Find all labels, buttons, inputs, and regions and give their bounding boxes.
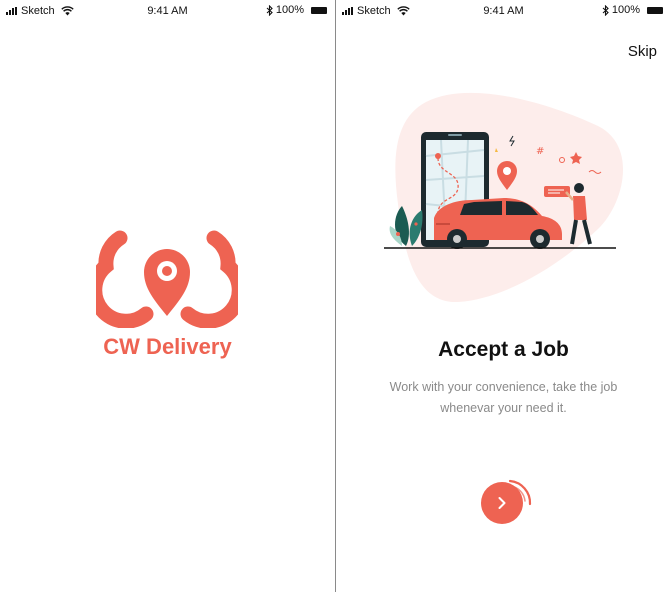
skip-button[interactable]: Skip xyxy=(628,43,657,60)
car-phone-map-illustration: # xyxy=(384,92,624,303)
battery-icon xyxy=(647,6,663,14)
status-bar: Sketch 9:41 AM 100% xyxy=(0,0,335,22)
description-line-2: whenevar your need it. xyxy=(440,401,567,415)
status-bar: Sketch 9:41 AM 100% xyxy=(336,0,671,22)
description-line-1: Work with your convenience, take the job xyxy=(389,380,618,394)
battery-label: 100% xyxy=(275,4,304,16)
bluetooth-icon xyxy=(266,4,273,16)
next-button[interactable] xyxy=(481,482,523,524)
onboarding-description: Work with your convenience, take the job… xyxy=(356,377,651,419)
next-control xyxy=(476,474,536,530)
svg-text:#: # xyxy=(536,146,544,157)
cw-pin-logo-icon xyxy=(96,230,238,328)
battery-icon xyxy=(311,6,327,14)
onboarding-screen: Sketch 9:41 AM 100% Skip # Accept a Job … xyxy=(336,0,671,592)
bluetooth-icon xyxy=(602,4,609,16)
status-right: 100% xyxy=(602,4,663,16)
status-right: 100% xyxy=(266,4,327,16)
onboarding-title: Accept a Job xyxy=(438,338,569,361)
battery-label: 100% xyxy=(611,4,640,16)
splash-screen: Sketch 9:41 AM 100% CW Delivery xyxy=(0,0,335,592)
brand-name: CW Delivery xyxy=(103,334,232,359)
chevron-right-icon xyxy=(498,497,506,509)
